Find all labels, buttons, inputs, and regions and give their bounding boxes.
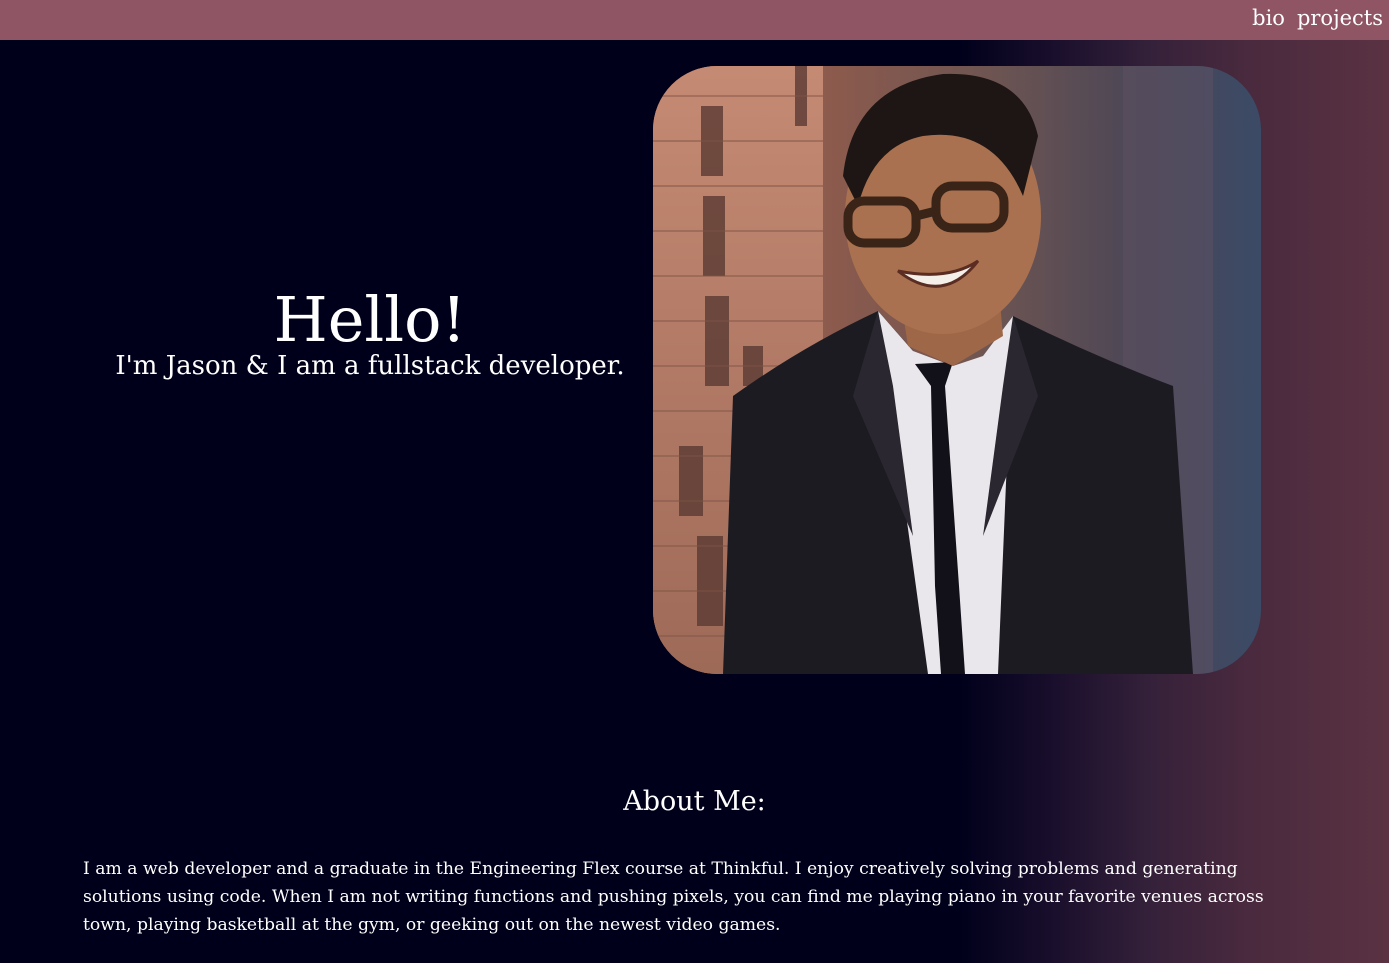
hero-intro: Hello! I'm Jason & I am a fullstack deve… [100,282,640,382]
nav-link-bio[interactable]: bio [1252,4,1285,32]
profile-photo-illustration [653,66,1261,674]
nav-link-projects[interactable]: projects [1297,4,1383,32]
hero-subtitle: I'm Jason & I am a fullstack developer. [115,351,625,381]
about-paragraph: I am a web developer and a graduate in t… [83,859,1264,935]
top-navigation-bar: bio projects [0,0,1389,40]
main-nav: bio projects [1252,4,1383,32]
about-heading: About Me: [623,786,766,817]
hero-title: Hello! [273,283,467,356]
profile-photo [653,66,1261,674]
